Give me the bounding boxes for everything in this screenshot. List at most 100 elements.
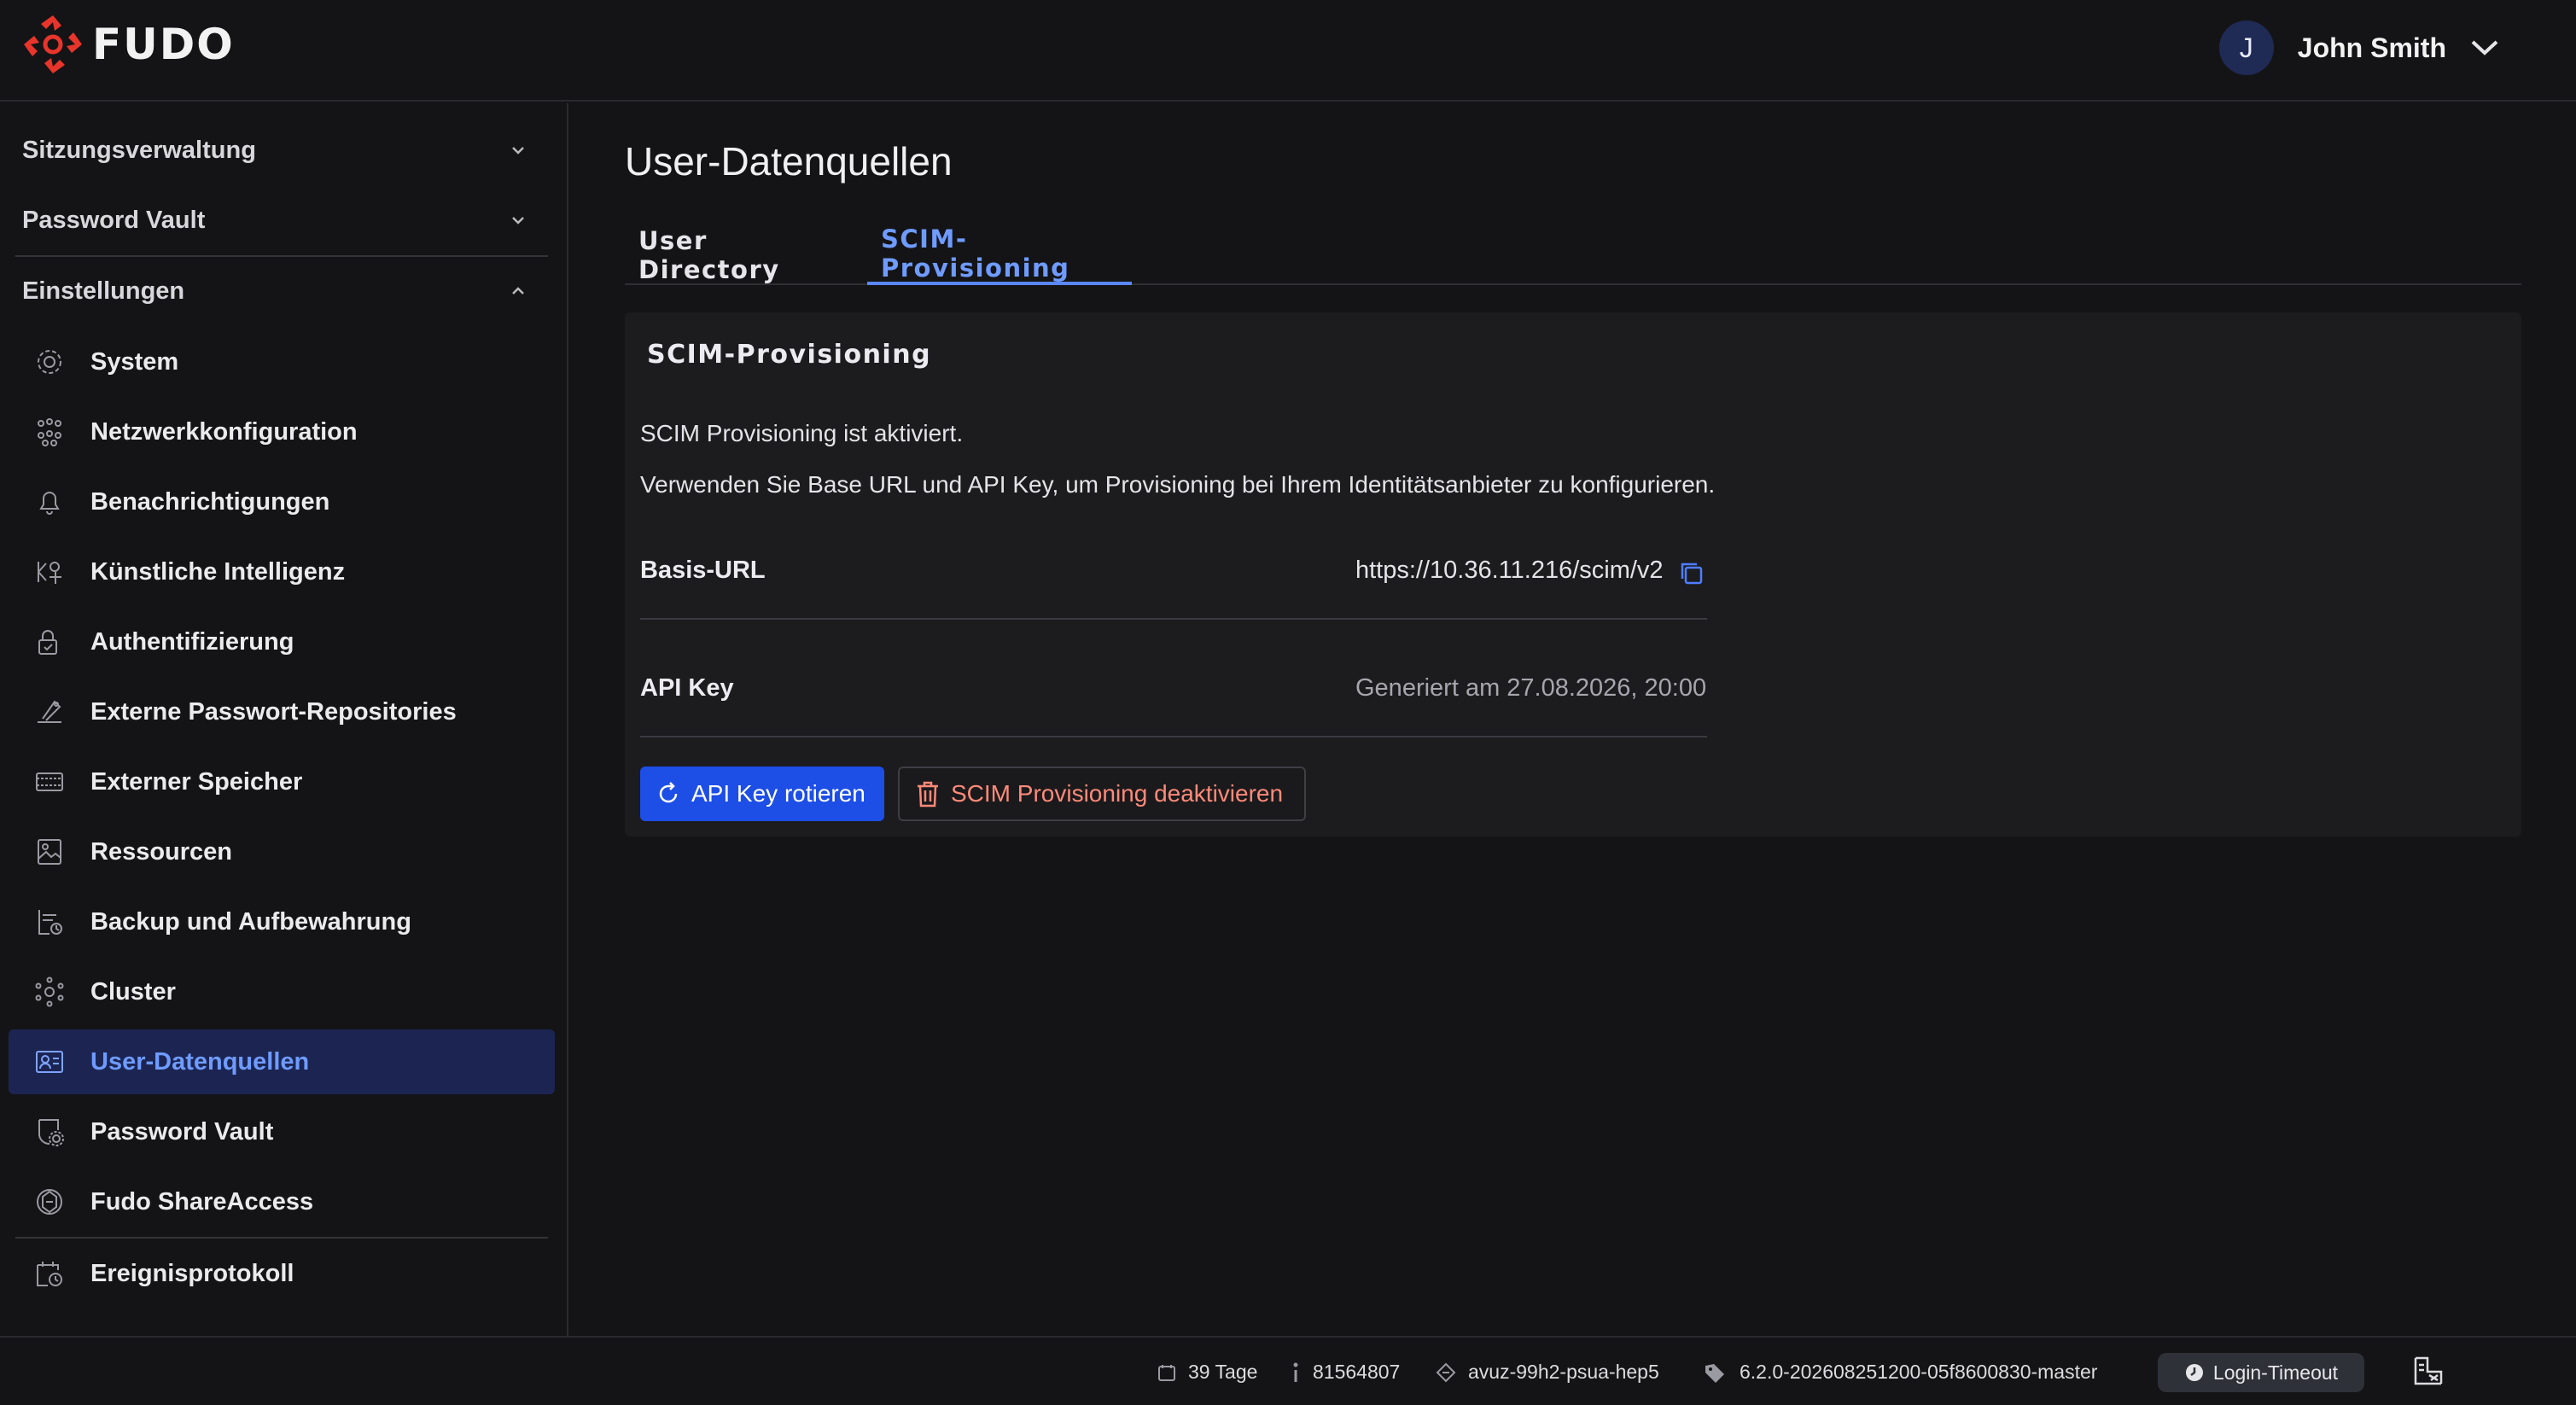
section-einstellungen[interactable]: Einstellungen <box>22 265 526 317</box>
host-id-text: avuz-99h2-psua-hep5 <box>1468 1361 1659 1383</box>
license-days-text: 39 Tage <box>1188 1361 1258 1383</box>
ai-icon <box>38 562 61 584</box>
top-bar: FUDO J John Smith <box>0 0 2576 102</box>
version: 6.2.0-202608251200-05f8600830-master <box>1704 1338 2097 1405</box>
lock-icon <box>38 630 57 655</box>
image-icon <box>38 839 61 865</box>
sidebar-item-label: Netzwerkkonfiguration <box>90 417 358 446</box>
sidebar-item-externer-speicher[interactable]: Externer Speicher <box>9 749 555 814</box>
license-days: 39 Tage <box>1157 1338 1257 1405</box>
user-menu[interactable]: J John Smith <box>2218 20 2499 75</box>
sidebar-item-label: Password Vault <box>90 1117 274 1146</box>
fudo-logo-icon <box>24 15 82 73</box>
backup-icon <box>38 910 62 935</box>
system-id-text: 81564807 <box>1313 1361 1401 1383</box>
sidebar-item-label: Backup und Aufbewahrung <box>90 907 411 936</box>
sidebar-item-ereignisprotokoll[interactable]: Ereignisprotokoll <box>9 1241 555 1306</box>
rotate-api-key-button[interactable]: API Key rotieren <box>640 767 884 821</box>
base-url-label: Basis-URL <box>640 557 766 584</box>
sidebar-item-password-vault[interactable]: Password Vault <box>9 1099 555 1164</box>
brand-name: FUDO <box>92 20 235 69</box>
copy-icon[interactable] <box>1678 560 1705 587</box>
storage-icon <box>36 772 63 791</box>
user-card-icon <box>36 1051 63 1073</box>
sidebar-item-label: Ereignisprotokoll <box>90 1259 294 1287</box>
sidebar-item-label: Externe Passwort-Repositories <box>90 697 457 726</box>
share-access-icon <box>37 1189 62 1215</box>
network-icon <box>38 418 61 446</box>
button-label: API Key rotieren <box>691 780 865 807</box>
hint-text: Verwenden Sie Base URL und API Key, um P… <box>640 471 1716 498</box>
sidebar-item-label: User-Datenquellen <box>90 1047 310 1076</box>
base-url-value: https://10.36.11.216/scim/v2 <box>1355 557 1664 584</box>
section-password-vault[interactable]: Password Vault <box>22 195 526 246</box>
system-id: 81564807 <box>1291 1338 1400 1405</box>
tab-user-directory[interactable]: User Directory <box>638 225 843 285</box>
chevron-down-icon <box>512 217 524 224</box>
host-id: avuz-99h2-psua-hep5 <box>1436 1338 1659 1405</box>
calendar-clock-icon <box>37 1262 62 1286</box>
section-label: Einstellungen <box>22 277 185 305</box>
sidebar-item-cluster[interactable]: Cluster <box>9 959 555 1024</box>
status-text: SCIM Provisioning ist aktiviert. <box>640 420 964 446</box>
sidebar-item-benachrichtigungen[interactable]: Benachrichtigungen <box>9 469 555 534</box>
gear-icon <box>38 350 61 374</box>
card-title: SCIM-Provisioning <box>647 340 932 370</box>
repository-icon <box>38 700 61 723</box>
sidebar-item-label: System <box>90 347 179 376</box>
sidebar-item-label: Externer Speicher <box>90 767 303 796</box>
clock-icon <box>2185 1364 2203 1381</box>
trash-icon <box>918 781 938 807</box>
sidebar: Sitzungsverwaltung Password Vault Einste… <box>0 103 568 1336</box>
shield-gear-icon <box>38 1119 64 1146</box>
deactivate-scim-button[interactable]: SCIM Provisioning deaktivieren <box>898 767 1306 821</box>
sidebar-item-fudo-shareaccess[interactable]: Fudo ShareAccess <box>9 1169 555 1234</box>
status-bar: 39 Tage 81564807 avuz-99h2-psua-hep5 6.2… <box>0 1336 2576 1405</box>
chevron-down-icon <box>512 147 524 154</box>
sidebar-item-ressourcen[interactable]: Ressourcen <box>9 819 555 884</box>
tab-label: SCIM-Provisioning <box>881 224 1070 283</box>
sidebar-item-system[interactable]: System <box>9 329 555 394</box>
section-label: Sitzungsverwaltung <box>22 136 256 164</box>
sidebar-item-backup-und-aufbewahrung[interactable]: Backup und Aufbewahrung <box>9 889 555 954</box>
login-timeout-button[interactable]: Login-Timeout <box>2158 1353 2364 1392</box>
tab-label: User Directory <box>638 226 780 284</box>
version-text: 6.2.0-202608251200-05f8600830-master <box>1740 1361 2098 1383</box>
tab-scim-provisioning[interactable]: SCIM-Provisioning <box>867 224 1132 285</box>
theme-toggle-icon[interactable] <box>2412 1355 2445 1387</box>
button-label: SCIM Provisioning deaktivieren <box>951 780 1284 807</box>
section-label: Password Vault <box>22 206 206 234</box>
chevron-up-icon <box>512 287 524 294</box>
sidebar-divider <box>15 1237 548 1239</box>
sidebar-item-externe-passwort-repositories[interactable]: Externe Passwort-Repositories <box>9 679 555 744</box>
calendar-icon <box>1158 1364 1175 1381</box>
sidebar-divider <box>15 255 548 257</box>
info-icon <box>1293 1362 1298 1382</box>
sidebar-item-label: Cluster <box>90 977 176 1006</box>
sidebar-item-label: Authentifizierung <box>90 627 294 656</box>
user-name: John Smith <box>2297 32 2446 63</box>
bell-icon <box>39 492 60 515</box>
cluster-icon <box>35 977 64 1007</box>
sidebar-item-label: Benachrichtigungen <box>90 487 330 516</box>
sidebar-item-label: Künstliche Intelligenz <box>90 557 346 586</box>
avatar: J <box>2218 20 2274 75</box>
sidebar-item-user-datenquellen[interactable]: User-Datenquellen <box>9 1029 555 1094</box>
chevron-down-icon <box>2471 40 2498 55</box>
field-divider <box>640 736 1707 737</box>
api-key-label: API Key <box>640 674 734 702</box>
sidebar-item-authentifizierung[interactable]: Authentifizierung <box>9 609 555 674</box>
page-title: User-Datenquellen <box>625 139 953 184</box>
hash-icon <box>1436 1362 1456 1382</box>
field-divider <box>640 618 1707 620</box>
sidebar-item-label: Fudo ShareAccess <box>90 1187 314 1216</box>
rotate-icon <box>659 782 678 803</box>
sidebar-item-kuenstliche-intelligenz[interactable]: Künstliche Intelligenz <box>9 539 555 604</box>
tag-icon <box>1705 1363 1724 1383</box>
tab-bar: User Directory SCIM-Provisioning <box>625 224 2521 285</box>
section-sitzungsverwaltung[interactable]: Sitzungsverwaltung <box>22 125 526 176</box>
fudo-logo[interactable]: FUDO <box>20 12 235 77</box>
login-timeout-label: Login-Timeout <box>2212 1361 2339 1384</box>
scim-card: SCIM-Provisioning SCIM Provisioning ist … <box>625 312 2521 837</box>
sidebar-item-netzwerkkonfiguration[interactable]: Netzwerkkonfiguration <box>9 399 555 464</box>
